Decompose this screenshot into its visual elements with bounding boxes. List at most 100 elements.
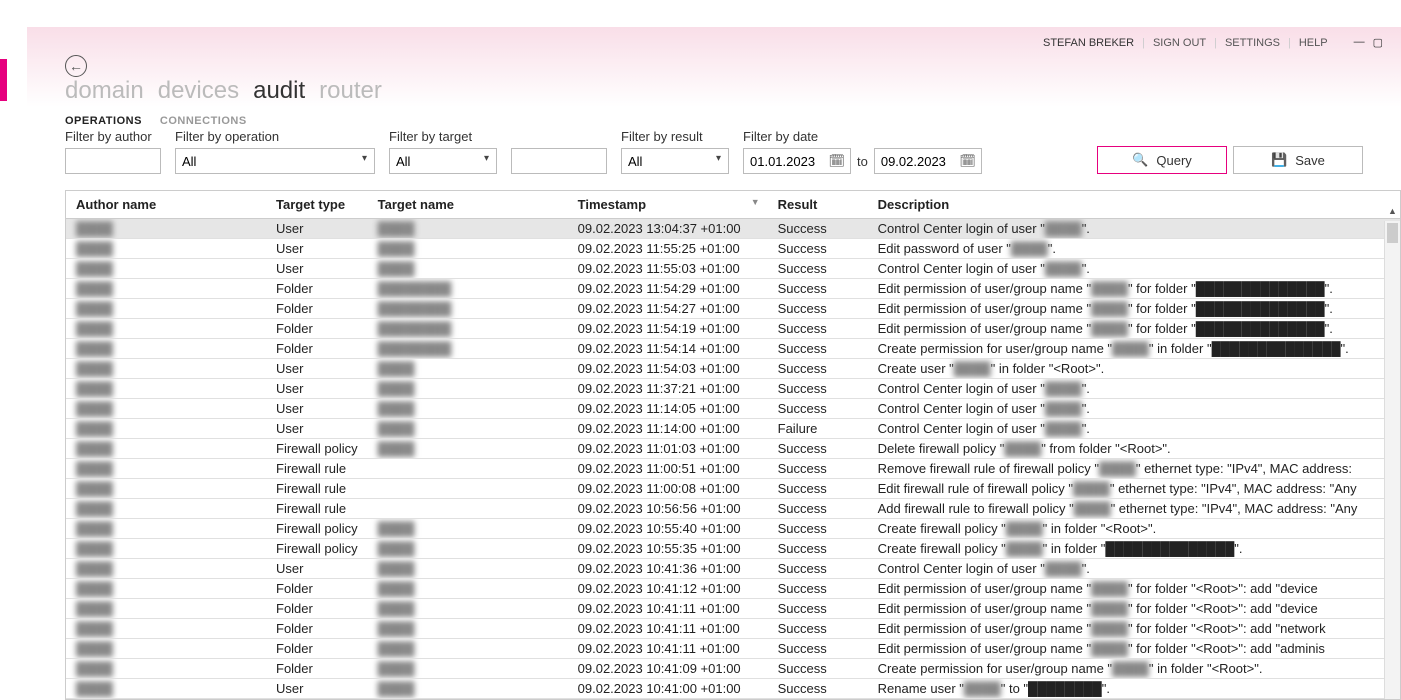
filter-date-from[interactable] (743, 148, 851, 174)
scroll-thumb[interactable] (1387, 223, 1398, 243)
subtab-operations[interactable]: OPERATIONS (65, 115, 142, 127)
filter-operation-select[interactable]: All (175, 148, 375, 174)
col-result[interactable]: Result (768, 191, 868, 219)
table-row[interactable]: ████User████09.02.2023 11:14:05 +01:00Su… (66, 399, 1400, 419)
table-row[interactable]: ████User████09.02.2023 11:37:21 +01:00Su… (66, 379, 1400, 399)
minimize-icon[interactable]: — (1354, 36, 1365, 49)
scroll-up-icon[interactable]: ▲ (1385, 206, 1400, 216)
cell-target-name: ████ (368, 619, 568, 639)
cell-author: ████ (66, 459, 266, 479)
cell-target-type: User (266, 359, 368, 379)
table-row[interactable]: ████Firewall policy████09.02.2023 11:01:… (66, 439, 1400, 459)
cell-target-name: ████ (368, 639, 568, 659)
cell-author: ████ (66, 299, 266, 319)
cell-timestamp: 09.02.2023 11:54:03 +01:00 (568, 359, 768, 379)
back-button[interactable]: ← (65, 55, 87, 77)
filter-target-input[interactable] (511, 148, 607, 174)
top-links: STEFAN BREKER | SIGN OUT | SETTINGS | HE… (1043, 36, 1383, 49)
cell-description: Create firewall policy "████" in folder … (868, 519, 1400, 539)
col-author[interactable]: Author name (66, 191, 266, 219)
filter-target-label: Filter by target (389, 129, 497, 144)
filter-target-select[interactable]: All (389, 148, 497, 174)
table-row[interactable]: ████Folder████████09.02.2023 11:54:14 +0… (66, 339, 1400, 359)
table-row[interactable]: ████User████09.02.2023 13:04:37 +01:00Su… (66, 219, 1400, 239)
cell-target-type: Folder (266, 659, 368, 679)
table-row[interactable]: ████Folder████████09.02.2023 11:54:29 +0… (66, 279, 1400, 299)
cell-target-name: ████ (368, 219, 568, 239)
cell-author: ████ (66, 359, 266, 379)
col-description[interactable]: Description (868, 191, 1400, 219)
settings-link[interactable]: SETTINGS (1225, 37, 1280, 49)
cell-result: Success (768, 639, 868, 659)
filter-author-label: Filter by author (65, 129, 161, 144)
tab-router[interactable]: router (319, 77, 382, 105)
date-to-label: to (857, 154, 868, 169)
table-row[interactable]: ████Folder████████09.02.2023 11:54:27 +0… (66, 299, 1400, 319)
cell-target-name: ████ (368, 359, 568, 379)
cell-timestamp: 09.02.2023 11:55:03 +01:00 (568, 259, 768, 279)
table-row[interactable]: ████User████09.02.2023 10:41:00 +01:00Su… (66, 679, 1400, 699)
table-row[interactable]: ████User████09.02.2023 11:55:25 +01:00Su… (66, 239, 1400, 259)
cell-target-type: User (266, 399, 368, 419)
cell-target-type: Firewall policy (266, 519, 368, 539)
cell-description: Control Center login of user "████". (868, 399, 1400, 419)
cell-description: Edit firewall rule of firewall policy "█… (868, 479, 1400, 499)
cell-timestamp: 09.02.2023 10:56:56 +01:00 (568, 499, 768, 519)
table-row[interactable]: ████Folder████████09.02.2023 11:54:19 +0… (66, 319, 1400, 339)
help-link[interactable]: HELP (1299, 37, 1328, 49)
cell-target-name: ████ (368, 579, 568, 599)
cell-target-type: Firewall policy (266, 539, 368, 559)
cell-target-name: ████ (368, 599, 568, 619)
cell-result: Success (768, 279, 868, 299)
cell-result: Success (768, 659, 868, 679)
cell-description: Edit password of user "████". (868, 239, 1400, 259)
subtab-connections[interactable]: CONNECTIONS (160, 115, 247, 127)
tab-devices[interactable]: devices (158, 77, 239, 105)
query-button[interactable]: 🔍 Query (1097, 146, 1227, 174)
maximize-icon[interactable]: ▢ (1373, 36, 1383, 49)
table-row[interactable]: ████Folder████09.02.2023 10:41:11 +01:00… (66, 639, 1400, 659)
cell-timestamp: 09.02.2023 11:55:25 +01:00 (568, 239, 768, 259)
cell-timestamp: 09.02.2023 10:41:11 +01:00 (568, 599, 768, 619)
cell-author: ████ (66, 379, 266, 399)
save-button[interactable]: 💾 Save (1233, 146, 1363, 174)
cell-target-name: ████ (368, 519, 568, 539)
table-row[interactable]: ████User████09.02.2023 11:55:03 +01:00Su… (66, 259, 1400, 279)
current-user: STEFAN BREKER (1043, 37, 1134, 49)
table-row[interactable]: ████Firewall rule09.02.2023 11:00:08 +01… (66, 479, 1400, 499)
cell-timestamp: 09.02.2023 11:54:27 +01:00 (568, 299, 768, 319)
table-row[interactable]: ████User████09.02.2023 11:14:00 +01:00Fa… (66, 419, 1400, 439)
table-row[interactable]: ████User████09.02.2023 11:54:03 +01:00Su… (66, 359, 1400, 379)
table-row[interactable]: ████Firewall policy████09.02.2023 10:55:… (66, 519, 1400, 539)
col-target-name[interactable]: Target name (368, 191, 568, 219)
cell-author: ████ (66, 439, 266, 459)
table-row[interactable]: ████Firewall policy████09.02.2023 10:55:… (66, 539, 1400, 559)
cell-target-name: ████ (368, 559, 568, 579)
table-row[interactable]: ████Folder████09.02.2023 10:41:12 +01:00… (66, 579, 1400, 599)
tab-domain[interactable]: domain (65, 77, 144, 105)
table-row[interactable]: ████Folder████09.02.2023 10:41:11 +01:00… (66, 599, 1400, 619)
sign-out-link[interactable]: SIGN OUT (1153, 37, 1206, 49)
cell-author: ████ (66, 399, 266, 419)
table-row[interactable]: ████Folder████09.02.2023 10:41:09 +01:00… (66, 659, 1400, 679)
table-row[interactable]: ████Firewall rule09.02.2023 10:56:56 +01… (66, 499, 1400, 519)
cell-target-type: Folder (266, 599, 368, 619)
col-target-type[interactable]: Target type (266, 191, 368, 219)
filter-author-input[interactable] (65, 148, 161, 174)
cell-target-name: ████ (368, 399, 568, 419)
cell-timestamp: 09.02.2023 11:00:08 +01:00 (568, 479, 768, 499)
cell-author: ████ (66, 619, 266, 639)
table-row[interactable]: ████User████09.02.2023 10:41:36 +01:00Su… (66, 559, 1400, 579)
filter-result-select[interactable]: All (621, 148, 729, 174)
cell-description: Add firewall rule to firewall policy "██… (868, 499, 1400, 519)
cell-result: Success (768, 559, 868, 579)
cell-target-type: User (266, 259, 368, 279)
tab-audit[interactable]: audit (253, 77, 305, 105)
col-timestamp[interactable]: Timestamp▼ (568, 191, 768, 219)
cell-timestamp: 09.02.2023 11:37:21 +01:00 (568, 379, 768, 399)
filter-date-to[interactable] (874, 148, 982, 174)
cell-timestamp: 09.02.2023 10:55:40 +01:00 (568, 519, 768, 539)
table-row[interactable]: ████Folder████09.02.2023 10:41:11 +01:00… (66, 619, 1400, 639)
scrollbar[interactable]: ▲ (1384, 221, 1400, 699)
table-row[interactable]: ████Firewall rule09.02.2023 11:00:51 +01… (66, 459, 1400, 479)
